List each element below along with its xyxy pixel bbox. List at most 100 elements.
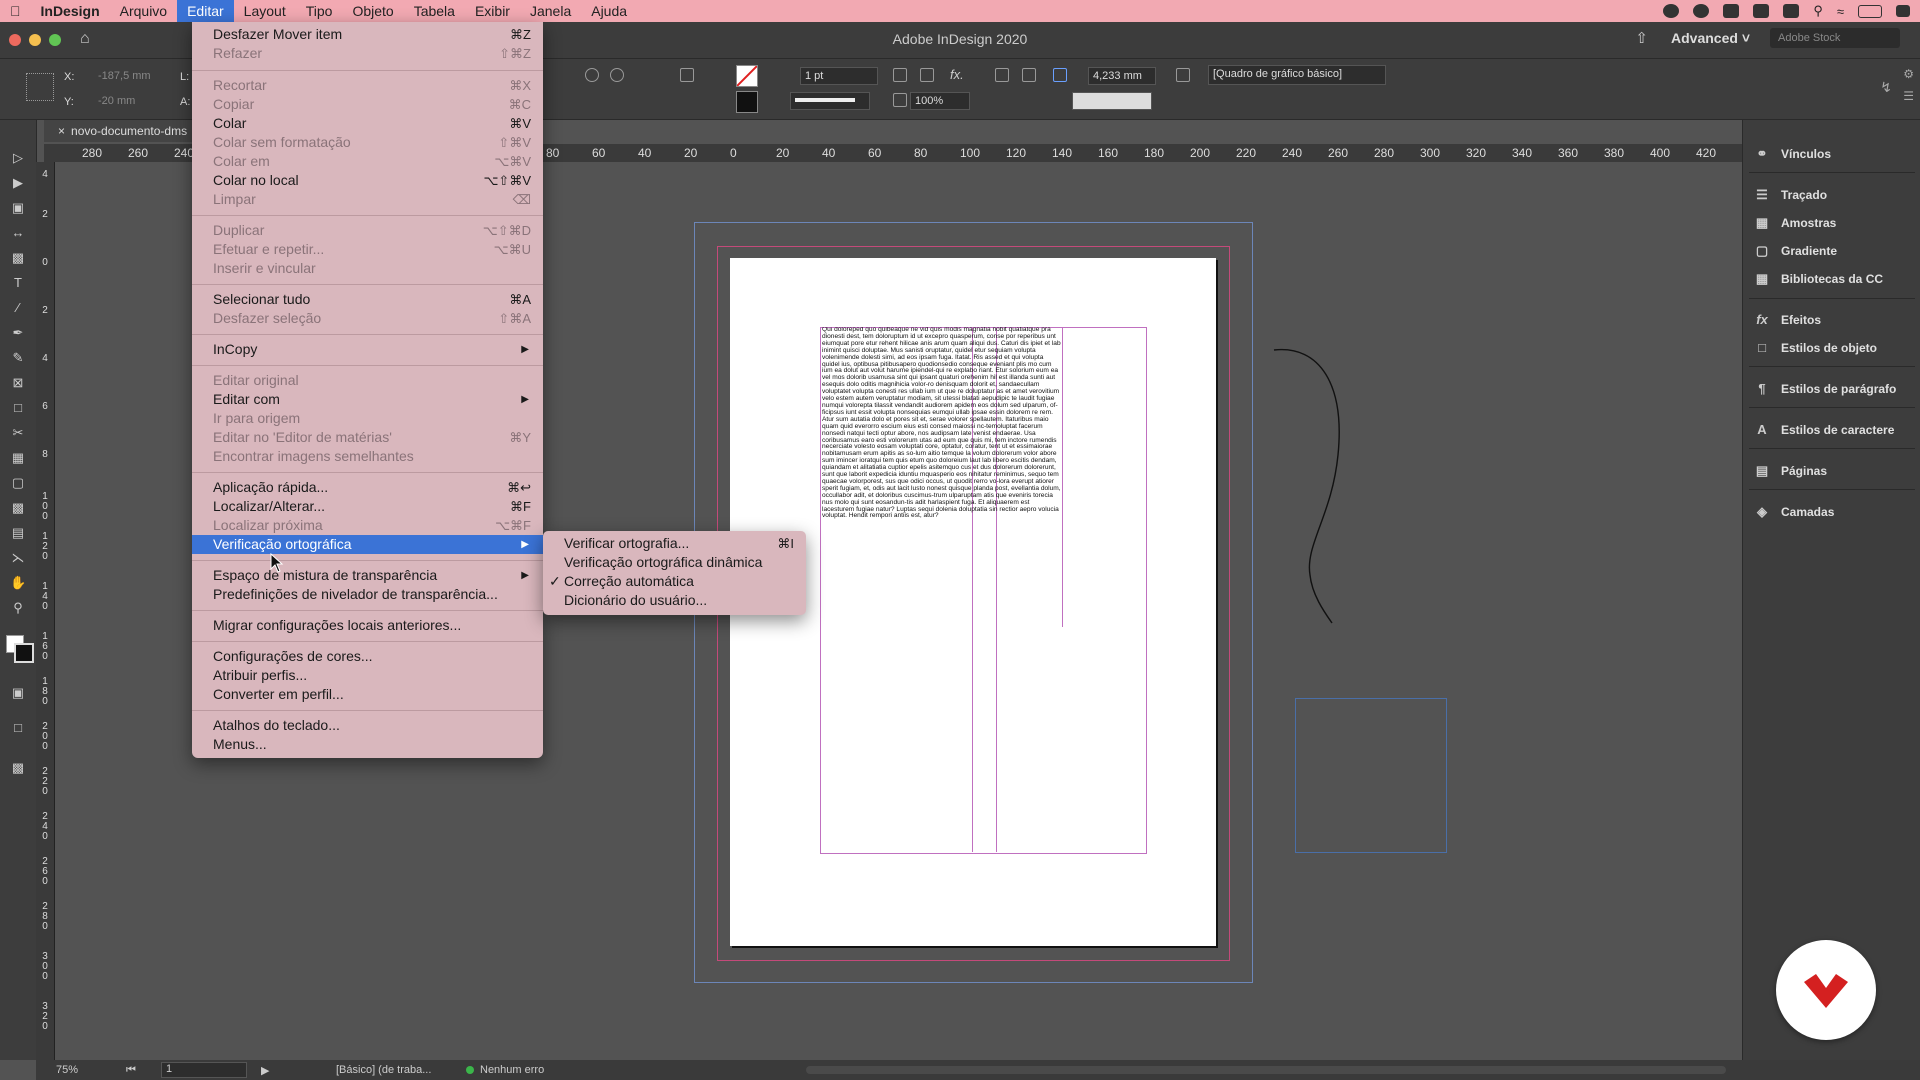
panel-menu-icon[interactable]: ☰ xyxy=(1903,89,1914,103)
menu-arquivo[interactable]: Arquivo xyxy=(110,0,177,22)
body-text[interactable]: Qui doloreped quo quibeaque ne vid quis … xyxy=(822,327,1062,627)
align-center-icon[interactable] xyxy=(1022,68,1036,82)
menu-item-editar-com[interactable]: Editar com ▶ xyxy=(192,390,543,409)
menu-item-menus[interactable]: Menus... xyxy=(192,735,543,754)
wifi-icon[interactable]: ≈ xyxy=(1837,4,1844,19)
stroke-swatch[interactable] xyxy=(736,91,758,113)
stroke-weight-field[interactable]: 1 pt xyxy=(800,67,878,85)
rotate-icon[interactable] xyxy=(585,68,599,82)
frame-fitting-icon[interactable] xyxy=(893,68,907,82)
content-collector-icon[interactable]: ▩ xyxy=(10,250,26,266)
preflight-status[interactable]: Nenhum erro xyxy=(480,1064,544,1076)
fill-none-swatch[interactable] xyxy=(736,65,758,87)
document-tab[interactable]: × novo-documento-dms xyxy=(44,120,194,142)
eyedropper-tool-icon[interactable]: ⋋ xyxy=(10,550,26,566)
align-left-icon[interactable] xyxy=(995,68,1009,82)
menu-janela[interactable]: Janela xyxy=(520,0,581,22)
reference-point-icon[interactable] xyxy=(26,73,54,101)
page-tool-icon[interactable]: ▣ xyxy=(10,200,26,216)
dimension-field[interactable]: 4,233 mm xyxy=(1088,67,1156,85)
stroke-type-dropdown[interactable] xyxy=(790,92,870,110)
menu-item-colar-no-local[interactable]: Colar no local ⌥⇧⌘V xyxy=(192,171,543,190)
submenu-item-verificar-ortografia[interactable]: Verificar ortografia... ⌘I xyxy=(543,534,806,553)
empty-frame[interactable] xyxy=(1295,698,1447,853)
menu-item-efetuar-repetir[interactable]: Efetuar e repetir... ⌥⌘U xyxy=(192,240,543,259)
adobe-stock-search[interactable]: Adobe Stock xyxy=(1770,28,1900,48)
menu-item-localizar-proxima[interactable]: Localizar próxima ⌥⌘F xyxy=(192,516,543,535)
menu-item-editar-original[interactable]: Editar original xyxy=(192,371,543,390)
free-transform-tool-icon[interactable]: ▦ xyxy=(10,450,26,466)
share-icon[interactable]: ⇧ xyxy=(1635,29,1648,47)
panel-amostras[interactable]: ▦ Amostras xyxy=(1753,212,1920,234)
scale-field[interactable]: 100% xyxy=(910,92,970,110)
type-tool-icon[interactable]: T xyxy=(10,275,26,291)
drop-shadow-icon[interactable] xyxy=(920,68,934,82)
menu-item-configuracoes-cores[interactable]: Configurações de cores... xyxy=(192,647,543,666)
pen-tool-icon[interactable]: ✒ xyxy=(10,325,26,341)
auto-fit-icon[interactable] xyxy=(1053,68,1067,82)
cloud-icon[interactable] xyxy=(1753,4,1770,18)
scissors-tool-icon[interactable]: ✂ xyxy=(10,425,26,441)
menu-item-migrar-configuracoes[interactable]: Migrar configurações locais anteriores..… xyxy=(192,616,543,635)
panel-gradiente[interactable]: ▢ Gradiente xyxy=(1753,240,1920,262)
page-number-field[interactable]: 1 xyxy=(161,1062,247,1078)
pencil-tool-icon[interactable]: ✎ xyxy=(10,350,26,366)
gradient-feather-tool-icon[interactable]: ▩ xyxy=(10,500,26,516)
menu-item-desfazer-selecao[interactable]: Desfazer seleção ⇧⌘A xyxy=(192,309,543,328)
menu-item-selecionar-tudo[interactable]: Selecionar tudo ⌘A xyxy=(192,290,543,309)
note-tool-icon[interactable]: ▤ xyxy=(10,525,26,541)
color-field[interactable] xyxy=(1072,92,1152,110)
menu-editar[interactable]: Editar xyxy=(177,0,234,22)
selection-tool-icon[interactable]: ▷ xyxy=(10,150,26,166)
normal-view-icon[interactable]: ▣ xyxy=(10,685,26,701)
page-nav-next-icon[interactable]: ▶ xyxy=(261,1064,269,1077)
scale-icon[interactable] xyxy=(893,93,907,107)
menu-item-colar-sem-formatacao[interactable]: Colar sem formatação ⇧⌘V xyxy=(192,133,543,152)
panel-camadas[interactable]: ◈ Camadas xyxy=(1753,501,1920,523)
menu-ajuda[interactable]: Ajuda xyxy=(581,0,637,22)
menu-item-duplicar[interactable]: Duplicar ⌥⇧⌘D xyxy=(192,221,543,240)
direct-selection-tool-icon[interactable]: ▶ xyxy=(10,175,26,191)
frame-options-icon[interactable] xyxy=(1176,68,1190,82)
menu-exibir[interactable]: Exibir xyxy=(465,0,520,22)
gap-tool-icon[interactable]: ↔ xyxy=(10,225,26,241)
menu-item-localizar-alterar[interactable]: Localizar/Alterar... ⌘F xyxy=(192,497,543,516)
gear-icon[interactable]: ⚙ xyxy=(1903,67,1914,81)
menu-app[interactable]: InDesign xyxy=(31,0,110,22)
fx-effects-icon[interactable]: fx. xyxy=(950,67,964,82)
battery-icon[interactable] xyxy=(1858,4,1882,18)
menu-item-converter-perfil[interactable]: Converter em perfil... xyxy=(192,685,543,704)
dropbox-icon[interactable] xyxy=(1723,4,1740,18)
panel-tracado[interactable]: ☰ Traçado xyxy=(1753,184,1920,206)
zoom-level[interactable]: 75% xyxy=(56,1064,78,1076)
menu-item-colar[interactable]: Colar ⌘V xyxy=(192,114,543,133)
panel-estilos-paragrafo[interactable]: ¶ Estilos de parágrafo xyxy=(1753,378,1920,400)
workspace-switcher[interactable]: Advanced ˅ xyxy=(1671,30,1750,46)
screen-mode-icon[interactable]: □ xyxy=(10,720,26,736)
x-position-field[interactable]: -187,5 mm xyxy=(94,68,164,86)
menu-item-limpar[interactable]: Limpar ⌫ xyxy=(192,190,543,209)
panel-paginas[interactable]: ▤ Páginas xyxy=(1753,460,1920,482)
zoom-tool-icon[interactable]: ⚲ xyxy=(10,600,26,616)
page-nav-first-icon[interactable]: ⏮ xyxy=(126,1064,136,1077)
menu-item-espaco-mistura[interactable]: Espaço de mistura de transparência ▶ xyxy=(192,566,543,585)
menu-item-incopy[interactable]: InCopy ▶ xyxy=(192,340,543,359)
submenu-item-correcao-automatica[interactable]: ✓ Correção automática xyxy=(543,572,806,591)
flip-icon[interactable] xyxy=(680,68,694,82)
profile-dropdown[interactable]: [Básico] (de traba... xyxy=(336,1064,431,1076)
lightning-icon[interactable]: ↯ xyxy=(1880,79,1892,96)
gradient-tool-icon[interactable]: ▢ xyxy=(10,475,26,491)
rotate-ccw-icon[interactable] xyxy=(610,68,624,82)
vertical-ruler[interactable]: 4 2 0 2 4 6 8 100 120 140 160 180 200 22… xyxy=(36,162,55,1062)
object-style-dropdown[interactable]: [Quadro de gráfico básico] xyxy=(1208,65,1386,85)
panel-vinculos[interactable]: ⚭ Vínculos xyxy=(1753,143,1920,165)
menu-item-verificacao-ortografica[interactable]: Verificação ortográfica ▶ xyxy=(192,535,543,554)
menu-item-desfazer[interactable]: Desfazer Mover item ⌘Z xyxy=(192,25,543,44)
panel-bibliotecas[interactable]: ▦ Bibliotecas da CC xyxy=(1753,268,1920,290)
hand-tool-icon[interactable]: ✋ xyxy=(10,575,26,591)
menu-item-nivelador-transparencia[interactable]: Predefinições de nivelador de transparên… xyxy=(192,585,543,604)
line-tool-icon[interactable]: ∕ xyxy=(10,300,26,316)
panel-efeitos[interactable]: fx Efeitos xyxy=(1753,309,1920,331)
hat-icon[interactable] xyxy=(1783,4,1800,18)
menu-item-atribuir-perfis[interactable]: Atribuir perfis... xyxy=(192,666,543,685)
